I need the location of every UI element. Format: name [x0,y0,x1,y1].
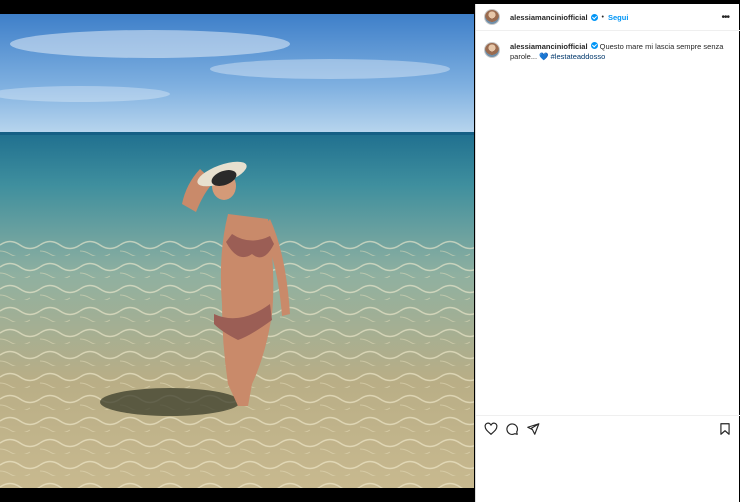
post-header: alessiamanciniofficial • Segui [476,4,740,30]
post-actions [476,422,740,442]
heart-icon[interactable] [484,422,500,438]
verified-badge-icon [590,13,598,21]
follow-button[interactable]: Segui [608,13,628,22]
caption-text: alessiamanciniofficial Questo mare mi la… [510,42,725,62]
caption-avatar[interactable] [484,42,500,58]
bottom-black-bar [0,488,474,502]
actions-divider [476,415,740,416]
comment-icon[interactable] [505,422,521,438]
more-icon[interactable]: ••• [721,12,729,23]
header-divider [476,30,740,31]
post-photo[interactable] [0,14,474,488]
hashtag-link[interactable]: #lestateaddosso [549,52,606,61]
separator-dot: • [601,13,604,21]
avatar[interactable] [484,9,500,25]
post-side-panel: alessiamanciniofficial • Segui ••• aless… [475,4,740,502]
caption-username-link[interactable]: alessiamanciniofficial [510,42,588,51]
share-icon[interactable] [526,422,542,438]
post-caption: alessiamanciniofficial Questo mare mi la… [484,42,734,62]
username-link[interactable]: alessiamanciniofficial [510,13,588,22]
bookmark-icon[interactable] [718,422,734,438]
beach-photo [0,14,474,488]
blue-heart-emoji: 💙 [539,52,549,61]
caption-verified-badge-icon [590,42,598,49]
instagram-post-viewer: alessiamanciniofficial • Segui ••• aless… [0,0,740,502]
